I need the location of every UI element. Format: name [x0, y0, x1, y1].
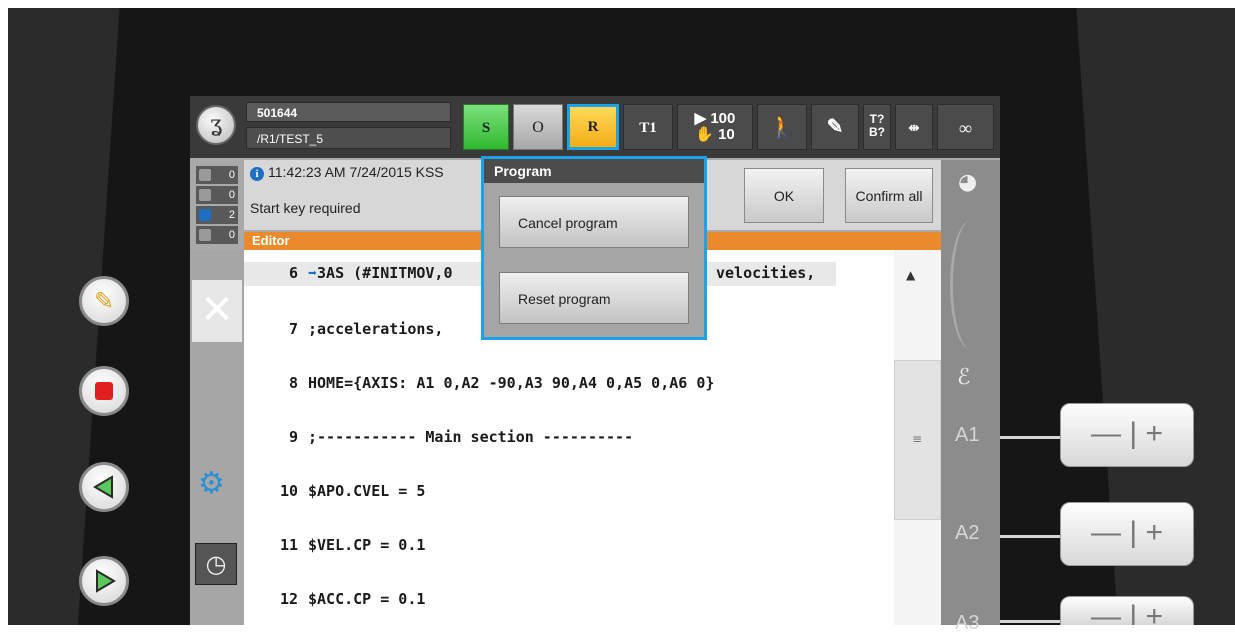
- line-number: 7: [288, 320, 298, 338]
- jog-keys-icon[interactable]: ⇹: [895, 104, 933, 150]
- message-text: Start key required: [250, 200, 361, 216]
- robot-id: 501644: [246, 102, 451, 122]
- override-button[interactable]: ▶ 100 ✋ 10: [677, 104, 753, 150]
- code-line[interactable]: 9 ;----------- Main section ----------: [264, 428, 633, 446]
- ack-message-icon: [199, 169, 211, 181]
- plus-icon[interactable]: +: [1145, 516, 1163, 549]
- submit-interpreter-button[interactable]: S: [463, 104, 509, 150]
- plus-icon[interactable]: +: [1145, 600, 1163, 625]
- program-pointer-icon: ➡: [308, 264, 318, 282]
- tool-icon[interactable]: ✎: [811, 104, 859, 150]
- message-time: 11:42:23 AM 7/24/2015 KSS: [268, 164, 444, 180]
- count-value: 0: [228, 169, 235, 181]
- jog-override-value: 10: [718, 126, 735, 143]
- line-number: 11: [279, 536, 298, 554]
- code-line[interactable]: 11 $VEL.CP = 0.1: [264, 536, 425, 554]
- space-mouse-arc-icon: [950, 220, 993, 350]
- code-line[interactable]: 7 ;accelerations,: [264, 320, 444, 338]
- clock-icon[interactable]: ◷: [195, 543, 237, 585]
- minus-icon[interactable]: —: [1091, 600, 1121, 625]
- line-number: 8: [288, 374, 298, 392]
- pencil-icon[interactable]: ✎: [79, 276, 129, 326]
- walking-figure-icon[interactable]: 🚶: [757, 104, 807, 150]
- stop-button[interactable]: [79, 366, 129, 416]
- play-icon: [96, 569, 116, 593]
- line-text: 3AS (#INITMOV,0: [317, 264, 453, 282]
- code-line[interactable]: 10 $APO.CVEL = 5: [264, 482, 425, 500]
- code-line-continuation: velocities,: [716, 264, 816, 282]
- reset-program-button[interactable]: Reset program: [499, 272, 689, 324]
- line-text: $ACC.CP = 0.1: [308, 590, 426, 608]
- start-button[interactable]: [79, 556, 129, 606]
- line-text: $APO.CVEL = 5: [308, 482, 426, 500]
- start-backward-button[interactable]: [79, 462, 129, 512]
- message-count-acknowledge[interactable]: 0: [196, 166, 238, 184]
- program-override: ▶ 100: [694, 110, 736, 127]
- connector-line: [1000, 535, 1062, 538]
- cancel-program-button[interactable]: Cancel program: [499, 196, 689, 248]
- message-count-dialog[interactable]: 0: [196, 226, 238, 244]
- minus-icon[interactable]: —: [1091, 516, 1121, 549]
- line-number: 6: [288, 264, 298, 282]
- ok-button[interactable]: OK: [744, 168, 824, 223]
- scroll-grip-icon: ≡: [912, 432, 923, 446]
- jog-override: ✋ 10: [678, 127, 752, 143]
- operating-mode-button[interactable]: T1: [623, 104, 673, 150]
- globe-icon[interactable]: ◕: [958, 170, 977, 195]
- message-count-status[interactable]: 0: [196, 186, 238, 204]
- line-text: ;----------- Main section ----------: [308, 428, 634, 446]
- code-line[interactable]: 8 HOME={AXIS: A1 0,A2 -90,A3 90,A4 0,A5 0…: [264, 374, 714, 392]
- jog-key-a1[interactable]: — | +: [1060, 403, 1194, 467]
- stop-icon: [95, 382, 113, 400]
- plus-icon[interactable]: +: [1145, 417, 1163, 450]
- info-icon: i: [250, 167, 264, 181]
- axis-label-a3: A3: [955, 612, 980, 634]
- incremental-button[interactable]: ∞: [937, 104, 994, 150]
- axis-label-a2: A2: [955, 522, 980, 544]
- jog-key-a3[interactable]: — | +: [1060, 596, 1194, 625]
- code-line[interactable]: 6 ➡3AS (#INITMOV,0: [264, 264, 453, 282]
- program-path[interactable]: /R1/TEST_5: [246, 127, 451, 149]
- connector-line: [1000, 436, 1062, 439]
- tool-base-button[interactable]: T? B?: [863, 104, 891, 150]
- count-value: 0: [228, 229, 235, 241]
- message-count-info[interactable]: 2: [196, 206, 238, 224]
- line-number: 12: [279, 590, 298, 608]
- confirm-all-button[interactable]: Confirm all: [845, 168, 933, 223]
- close-icon[interactable]: ✕: [192, 280, 242, 342]
- robot-interpreter-button[interactable]: R: [567, 104, 619, 150]
- base-status: B?: [869, 125, 885, 139]
- program-override-value: 100: [710, 110, 736, 127]
- program-state-button[interactable]: O: [513, 104, 563, 150]
- axis-label-a1: A1: [955, 424, 980, 446]
- count-value: 2: [228, 209, 235, 221]
- status-message-icon: [199, 189, 211, 201]
- robot-logo-icon[interactable]: ʓ: [196, 105, 236, 145]
- gear-icon[interactable]: ⚙: [198, 466, 225, 501]
- scroll-up-icon[interactable]: ▲: [906, 268, 915, 282]
- message-header: i 11:42:23 AM 7/24/2015 KSS: [250, 164, 444, 181]
- line-text: HOME={AXIS: A1 0,A2 -90,A3 90,A4 0,A5 0,…: [308, 374, 715, 392]
- jog-key-a2[interactable]: — | +: [1060, 502, 1194, 566]
- line-number: 10: [279, 482, 298, 500]
- minus-icon[interactable]: —: [1091, 417, 1121, 450]
- line-text: $VEL.CP = 0.1: [308, 536, 426, 554]
- play-backward-icon: [93, 475, 113, 499]
- line-number: 9: [288, 428, 298, 446]
- count-value: 0: [228, 189, 235, 201]
- info-message-icon: [199, 209, 211, 221]
- popup-title: Program: [484, 159, 704, 183]
- line-text: ;accelerations,: [308, 320, 444, 338]
- code-line[interactable]: 12 $ACC.CP = 0.1: [264, 590, 425, 608]
- robot-axis-icon[interactable]: ℰ: [957, 365, 970, 390]
- dialog-message-icon: [199, 229, 211, 241]
- jog-hand-icon: ✋: [695, 126, 714, 143]
- connector-line: [1000, 620, 1062, 623]
